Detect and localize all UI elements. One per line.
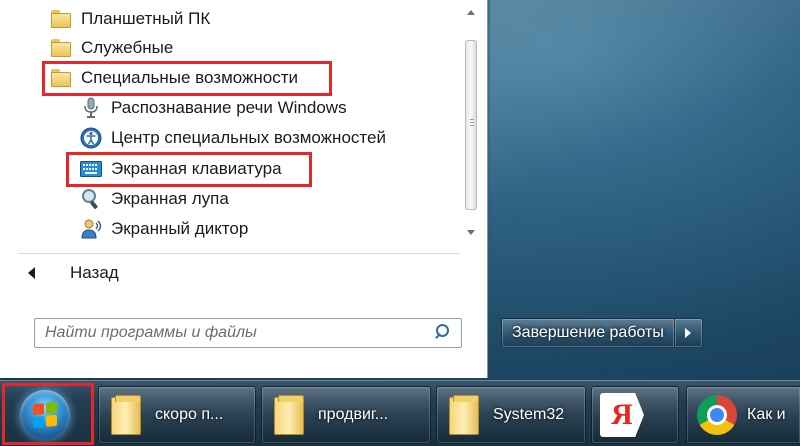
chevron-right-icon [685, 328, 692, 338]
taskbar-item-chrome[interactable]: Как и [686, 386, 800, 444]
taskbar-item-label: System32 [493, 406, 565, 423]
highlight-accessibility-folder [42, 61, 332, 96]
program-item-accessories[interactable]: Служебные [50, 34, 173, 62]
microphone-icon [80, 97, 102, 119]
program-item-ease-of-access-center[interactable]: Центр специальных возможностей [80, 124, 386, 152]
highlight-start-button [2, 383, 94, 445]
taskbar-item-label: продвиг... [318, 406, 389, 423]
shutdown-group: Завершение работы [501, 318, 703, 348]
program-item-tablet-pc[interactable]: Планшетный ПК [50, 5, 210, 33]
scroll-thumb[interactable] [465, 40, 477, 210]
shutdown-button[interactable]: Завершение работы [501, 318, 675, 348]
program-item-label: Экранная лупа [111, 189, 229, 208]
yandex-icon: Я [600, 393, 644, 437]
taskbar: скоро п... продвиг... System32 Я Как и [0, 380, 800, 446]
folder-icon [109, 395, 143, 435]
taskbar-item-folder-1[interactable]: скоро п... [98, 386, 256, 444]
programs-scrollbar[interactable] [462, 0, 479, 250]
search-input[interactable] [35, 324, 431, 342]
program-item-label: Центр специальных возможностей [111, 128, 386, 147]
program-item-label: Экранный диктор [111, 219, 249, 238]
scroll-up-arrow[interactable] [467, 10, 475, 15]
taskbar-item-label: Как и [747, 406, 786, 423]
all-programs-list: Планшетный ПК Служебные Специальные возм… [0, 0, 470, 250]
program-item-label: Служебные [81, 38, 174, 57]
back-arrow-icon [28, 267, 35, 279]
program-item-label: Планшетный ПК [81, 9, 211, 28]
search-icon[interactable] [431, 321, 455, 345]
program-item-speech-recognition[interactable]: Распознавание речи Windows [80, 94, 347, 122]
taskbar-item-system32[interactable]: System32 [436, 386, 586, 444]
program-item-magnifier[interactable]: Экранная лупа [80, 185, 229, 213]
taskbar-item-label: скоро п... [155, 406, 224, 423]
highlight-on-screen-keyboard [66, 152, 312, 187]
narrator-icon [80, 218, 102, 240]
shutdown-options-button[interactable] [674, 318, 703, 348]
magnifier-icon [80, 188, 102, 210]
search-box[interactable] [34, 318, 462, 348]
scroll-down-arrow[interactable] [467, 230, 475, 235]
folder-icon [272, 395, 306, 435]
chrome-icon [697, 395, 737, 435]
menu-separator [18, 253, 460, 254]
program-item-narrator[interactable]: Экранный диктор [80, 215, 248, 243]
folder-icon [50, 37, 72, 59]
taskbar-item-yandex[interactable]: Я [591, 386, 679, 444]
back-label: Назад [70, 263, 119, 282]
accessibility-center-icon [80, 127, 102, 149]
back-button[interactable]: Назад [28, 259, 119, 287]
program-item-label: Распознавание речи Windows [111, 98, 347, 117]
folder-icon [50, 8, 72, 30]
taskbar-item-folder-2[interactable]: продвиг... [261, 386, 431, 444]
start-menu-programs-pane: Планшетный ПК Служебные Специальные возм… [0, 0, 488, 378]
folder-icon [447, 395, 481, 435]
